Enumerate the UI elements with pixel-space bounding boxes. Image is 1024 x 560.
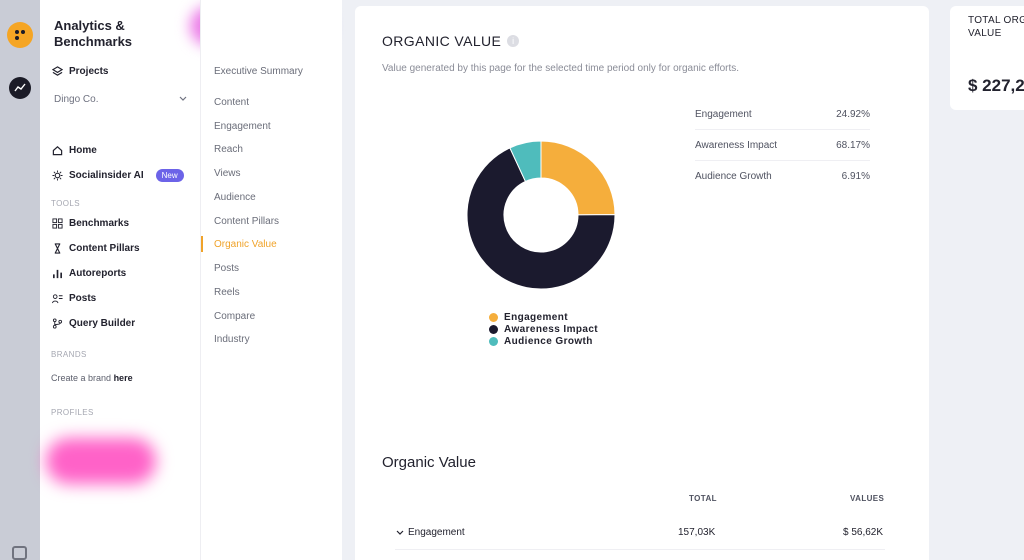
new-badge: New: [155, 169, 184, 182]
create-brand-text: Create a brand here: [51, 373, 133, 383]
hourglass-icon: [54, 243, 61, 254]
org-select[interactable]: Dingo Co.: [54, 94, 188, 105]
sidebar-item-projects[interactable]: Projects: [52, 66, 108, 77]
sidebar-item-ai[interactable]: Socialinsider AI New: [52, 169, 184, 182]
layers-icon: [52, 66, 63, 76]
chevron-down-icon: [179, 96, 187, 101]
sidebar-item-content-pillars[interactable]: Content Pillars: [52, 243, 140, 254]
table-row[interactable]: Engagement 157,03K $ 56,62K: [395, 522, 885, 550]
sidebar-item-posts[interactable]: Posts: [52, 293, 96, 304]
column-header-total: TOTAL: [689, 494, 717, 503]
active-indicator: [201, 236, 203, 252]
submenu-item-posts[interactable]: Posts: [214, 263, 239, 274]
branch-icon: [52, 318, 63, 329]
submenu-item-industry[interactable]: Industry: [214, 334, 250, 345]
grid-icon: [52, 218, 63, 229]
tools-section-label: TOOLS: [51, 199, 80, 208]
row-value: $ 56,62K: [843, 527, 884, 538]
home-icon: [52, 146, 63, 156]
total-value-amount: $ 227,2: [968, 76, 1024, 95]
breakdown-list: Engagement 24.92% Awareness Impact 68.17% …: [695, 99, 870, 192]
donut-slice-engagement[interactable]: [540, 140, 616, 216]
donut-chart: [466, 140, 616, 290]
chevron-down-icon: [396, 530, 404, 535]
report-submenu: Executive Summary Content Engagement Rea…: [200, 0, 342, 560]
blurred-profile[interactable]: [46, 438, 156, 484]
submenu-item-content-pillars[interactable]: Content Pillars: [214, 216, 279, 227]
bar-chart-icon: [53, 269, 62, 279]
submenu-item-content[interactable]: Content: [214, 97, 249, 108]
left-rail: [0, 0, 40, 560]
submenu-item-engagement[interactable]: Engagement: [214, 121, 271, 132]
chart-legend: Engagement Awareness Impact Audience Gro…: [489, 311, 598, 347]
sidebar-item-autoreports[interactable]: Autoreports: [52, 268, 126, 279]
total-organic-value-card: TOTAL ORG VALUE $ 227,2: [950, 6, 1024, 110]
sidebar-item-home[interactable]: Home: [52, 145, 97, 156]
submenu-item-compare[interactable]: Compare: [214, 311, 255, 322]
app-title: Analytics & Benchmarks: [54, 18, 133, 49]
breakdown-row-engagement: Engagement 24.92%: [695, 99, 870, 130]
app-logo-icon[interactable]: [7, 22, 33, 48]
sparkle-icon: [52, 170, 63, 181]
legend-swatch: [489, 336, 498, 346]
posts-icon: [52, 294, 63, 304]
submenu-item-reels[interactable]: Reels: [214, 287, 240, 298]
analytics-icon[interactable]: [9, 77, 31, 99]
submenu-item-reach[interactable]: Reach: [214, 144, 243, 155]
info-icon[interactable]: i: [507, 35, 520, 47]
breakdown-row-audience-growth: Audience Growth 6.91%: [695, 171, 870, 182]
legend-item-engagement: Engagement: [489, 311, 598, 323]
submenu-item-organic-value[interactable]: Organic Value: [214, 239, 277, 250]
card-subtitle: Value generated by this page for the sel…: [382, 63, 740, 74]
submenu-item-audience[interactable]: Audience: [214, 192, 256, 203]
legend-item-awareness-impact: Awareness Impact: [489, 323, 598, 335]
column-header-values: VALUES: [850, 494, 885, 503]
breakdown-row-awareness-impact: Awareness Impact 68.17%: [695, 130, 870, 161]
save-icon[interactable]: [12, 546, 27, 560]
card-title: ORGANIC VALUE i: [382, 33, 520, 49]
sidebar-item-benchmarks[interactable]: Benchmarks: [52, 218, 129, 229]
create-brand-link[interactable]: here: [114, 373, 133, 383]
organic-value-card: ORGANIC VALUE i Value generated by this …: [355, 6, 929, 560]
legend-swatch: [489, 312, 498, 322]
submenu-item-executive-summary[interactable]: Executive Summary: [214, 66, 303, 77]
section-title: Organic Value: [382, 454, 476, 471]
legend-swatch: [489, 324, 498, 334]
brands-section-label: BRANDS: [51, 350, 87, 359]
total-value-label: TOTAL ORG VALUE: [968, 15, 1024, 39]
legend-item-audience-growth: Audience Growth: [489, 335, 598, 347]
row-total: 157,03K: [678, 527, 716, 538]
sidebar: Analytics & Benchmarks Projects Dingo Co…: [40, 0, 330, 560]
profiles-section-label: PROFILES: [51, 408, 94, 417]
submenu-item-views[interactable]: Views: [214, 168, 241, 179]
sidebar-item-query-builder[interactable]: Query Builder: [52, 318, 135, 329]
row-expander[interactable]: Engagement: [395, 527, 465, 538]
